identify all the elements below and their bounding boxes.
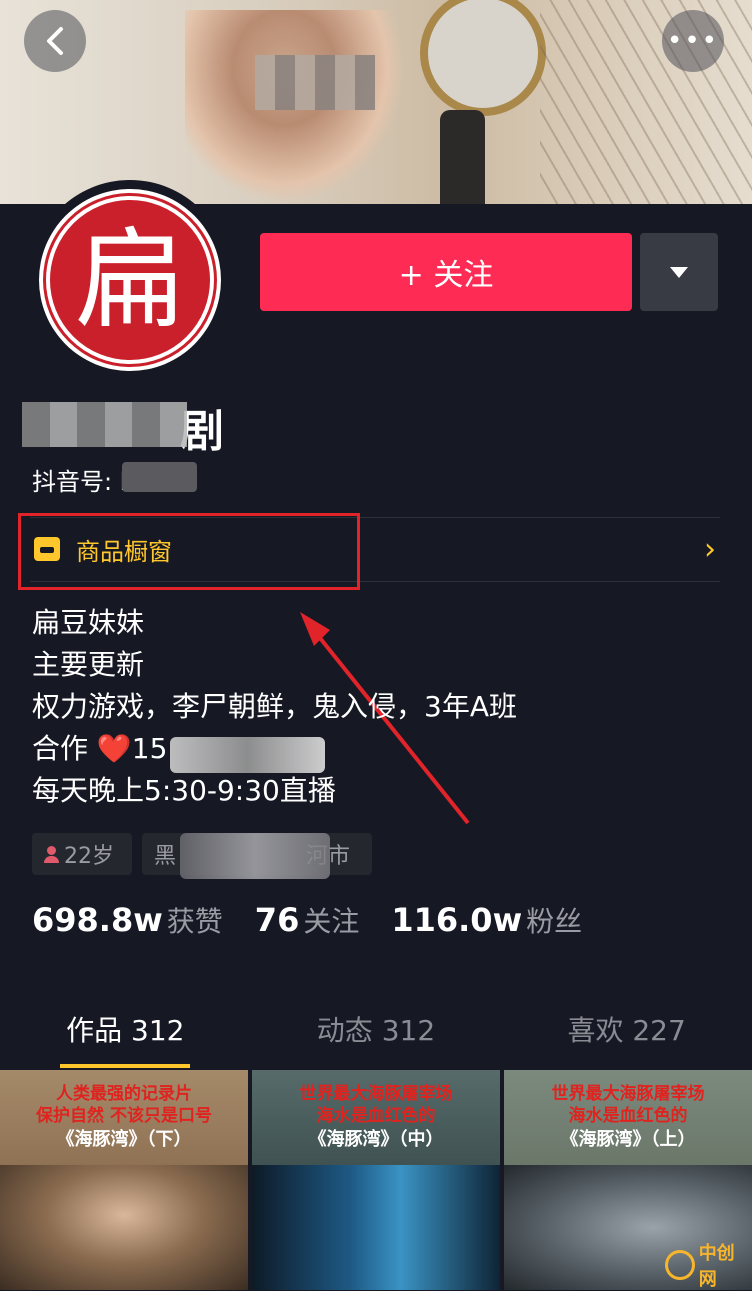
- video-title-line: 保护自然 不该只是口号: [36, 1105, 212, 1126]
- tab-likes[interactable]: 喜欢 227: [567, 1009, 685, 1049]
- video-title-line: 人类最强的记录片: [56, 1083, 192, 1104]
- chevron-left-icon: [47, 27, 63, 55]
- tab-dynamics[interactable]: 动态 312: [317, 1009, 435, 1049]
- triangle-down-icon: [670, 266, 688, 278]
- likes-label: 获赞: [166, 905, 223, 938]
- video-banner: 世界最大海豚屠宰场 海水是血红色的 《海豚湾》（中）: [252, 1070, 500, 1165]
- name-blur: [22, 402, 187, 447]
- video-title-line: 《海豚湾》（上）: [560, 1128, 696, 1150]
- cover-image: [0, 0, 752, 204]
- fans-count[interactable]: 116.0w: [391, 901, 522, 939]
- location-start: 黑: [154, 844, 177, 869]
- video-title-line: 世界最大海豚屠宰场: [551, 1083, 705, 1104]
- avatar-char: 扁: [75, 216, 185, 344]
- video-thumbnail[interactable]: 世界最大海豚屠宰场 海水是血红色的 《海豚湾》（中）: [252, 1070, 500, 1290]
- following-count[interactable]: 76: [255, 901, 300, 939]
- douyin-id: 抖音号: h: [32, 468, 135, 496]
- video-title-line: 世界最大海豚屠宰场: [299, 1083, 453, 1104]
- age-text: 22岁: [64, 844, 114, 869]
- cover-bottle: [440, 110, 485, 204]
- video-scene: [252, 1165, 500, 1290]
- avatar-ring: 扁: [39, 189, 221, 371]
- bio-phone: 15: [131, 732, 168, 765]
- avatar[interactable]: 扁: [30, 180, 230, 380]
- chevron-right-icon: ›: [704, 531, 716, 567]
- watermark-logo-icon: [665, 1250, 695, 1280]
- video-banner: 人类最强的记录片 保护自然 不该只是口号 《海豚湾》（下）: [0, 1070, 248, 1165]
- avatar-seal: 扁: [46, 196, 214, 364]
- bio-coop-label: 合作: [32, 732, 89, 765]
- video-title-line: 海水是血红色的: [568, 1105, 688, 1126]
- id-blur: [122, 462, 197, 492]
- bio-line: 主要更新: [32, 648, 145, 681]
- phone-blur: [170, 737, 325, 773]
- watermark-text: 中创网: [698, 1243, 735, 1290]
- more-icon: •••: [666, 26, 719, 56]
- fans-label[interactable]: 粉丝: [526, 900, 582, 940]
- follow-button-label: + 关注: [398, 258, 494, 293]
- video-thumbnail[interactable]: 人类最强的记录片 保护自然 不该只是口号 《海豚湾》（下）: [0, 1070, 248, 1290]
- tab-works[interactable]: 作品 312: [66, 1009, 184, 1049]
- heart-icon: ❤️: [96, 732, 132, 765]
- bio-line: 权力游戏，李尸朝鲜，鬼入侵，3年A班: [32, 690, 517, 723]
- video-grid: 人类最强的记录片 保护自然 不该只是口号 《海豚湾》（下） 世界最大海豚屠宰场 …: [0, 1070, 752, 1290]
- video-title-line: 《海豚湾》（中）: [308, 1128, 444, 1150]
- likes-count: 698.8w: [32, 901, 163, 939]
- recommend-dropdown-button[interactable]: [640, 233, 718, 311]
- profile-tabs: 作品 312 动态 312 喜欢 227: [0, 990, 752, 1068]
- following-label[interactable]: 关注: [303, 900, 359, 940]
- video-scene: [0, 1165, 248, 1290]
- age-tag: 22岁: [32, 833, 132, 875]
- cover-mirror: [420, 0, 546, 116]
- tab-underline: [60, 1064, 190, 1068]
- location-blur: [180, 833, 330, 879]
- watermark: 中创网: [665, 1243, 752, 1290]
- person-icon: [44, 846, 59, 863]
- back-button[interactable]: [24, 10, 86, 72]
- bio-line: 扁豆妹妹: [32, 606, 145, 639]
- video-title-line: 《海豚湾》（下）: [56, 1128, 192, 1150]
- bio: 扁豆妹妹 主要更新 权力游戏，李尸朝鲜，鬼入侵，3年A班 合作 ❤️15 每天晚…: [32, 602, 517, 812]
- video-title-line: 海水是血红色的: [316, 1105, 436, 1126]
- highlight-box: [18, 513, 360, 590]
- bio-line: 每天晚上5:30-9:30直播: [32, 774, 336, 807]
- stats-row: 698.8w 获赞 76 关注 116.0w 粉丝: [32, 900, 614, 940]
- more-button[interactable]: •••: [662, 10, 724, 72]
- face-blur: [255, 55, 375, 110]
- video-banner: 世界最大海豚屠宰场 海水是血红色的 《海豚湾》（上）: [504, 1070, 752, 1165]
- follow-button[interactable]: + 关注: [260, 233, 632, 311]
